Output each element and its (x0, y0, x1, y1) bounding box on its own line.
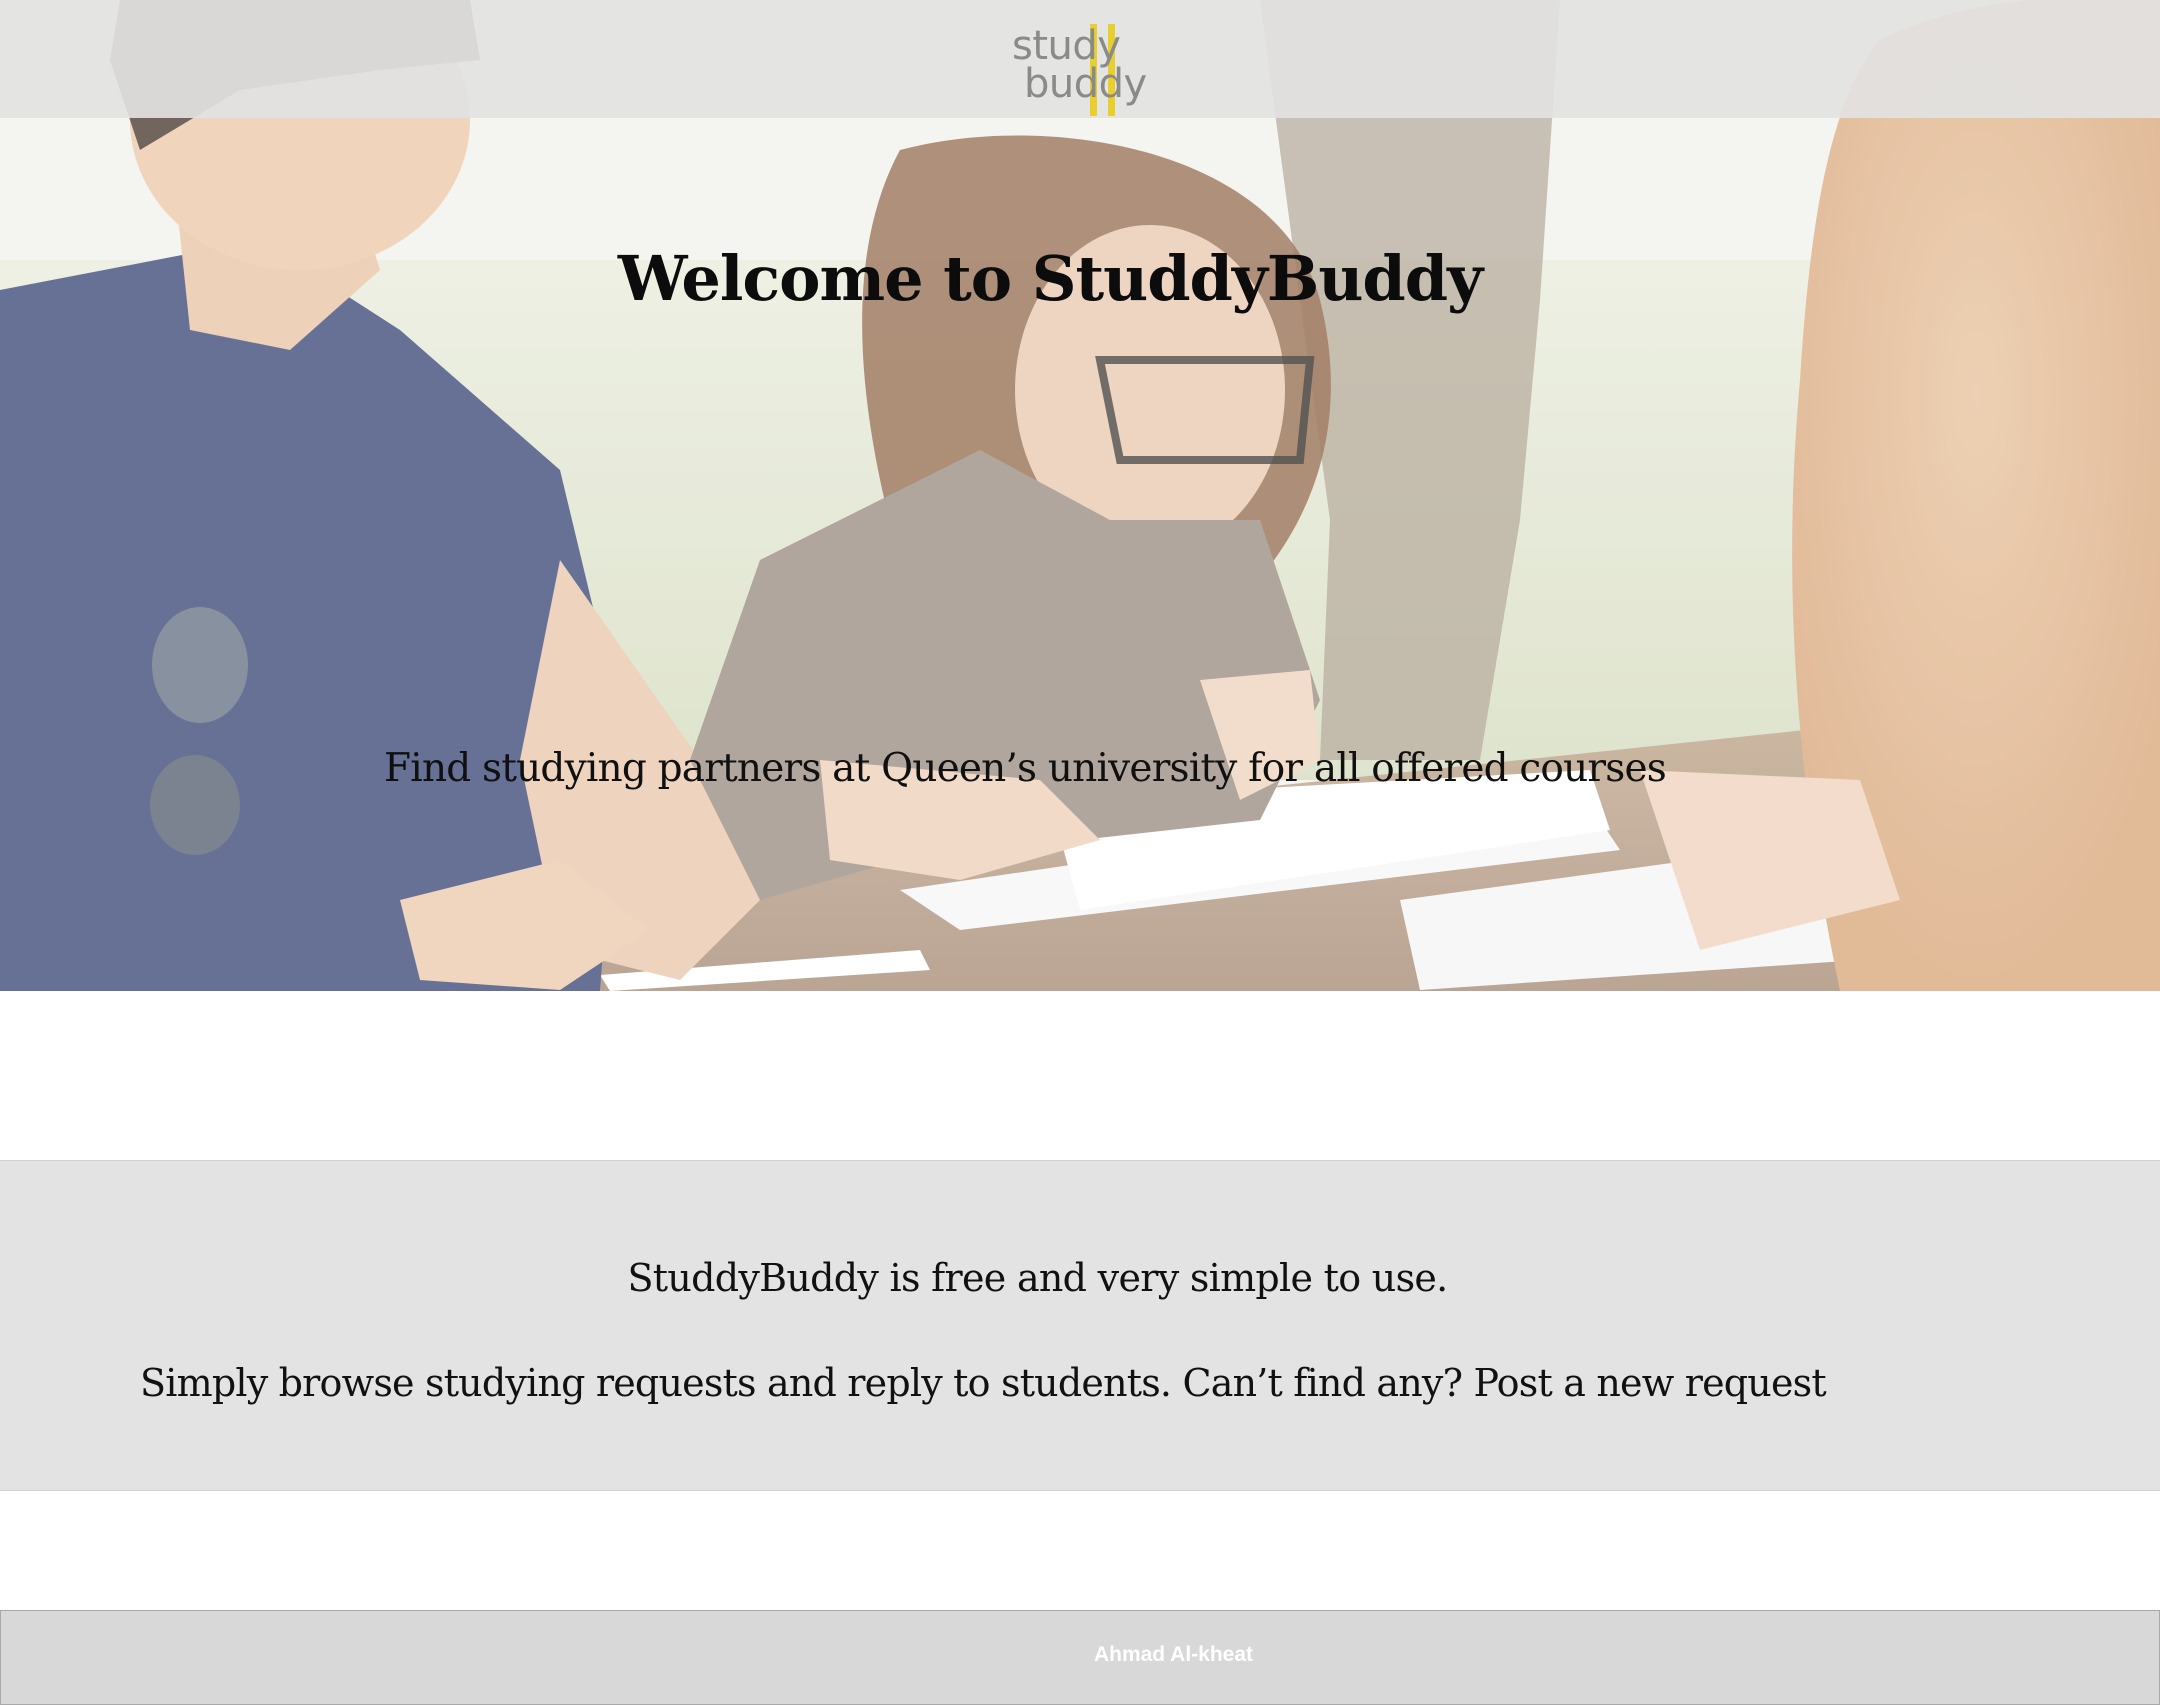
logo-text-bottom: buddy (1024, 61, 1147, 107)
site-header: study buddy (0, 0, 2160, 118)
studybuddy-logo[interactable]: study buddy (1012, 14, 1147, 116)
hero-section: Welcome to StuddyBuddy Find studying par… (0, 0, 2160, 991)
info-description: Simply browse studying requests and repl… (140, 1361, 1827, 1405)
page: Welcome to StuddyBuddy Find studying par… (0, 0, 2160, 1705)
footer-author: Ahmad Al-kheat (1093, 1643, 1254, 1666)
logo-text-top: study (1012, 23, 1121, 69)
site-footer: Ahmad Al-kheat (0, 1610, 2160, 1705)
hero-title: Welcome to StuddyBuddy (617, 241, 1483, 315)
info-headline: StuddyBuddy is free and very simple to u… (627, 1256, 1448, 1300)
info-panel: StuddyBuddy is free and very simple to u… (0, 1160, 2160, 1491)
hero-overlay (0, 0, 2160, 991)
hero-subtitle: Find studying partners at Queen’s univer… (384, 746, 1667, 791)
